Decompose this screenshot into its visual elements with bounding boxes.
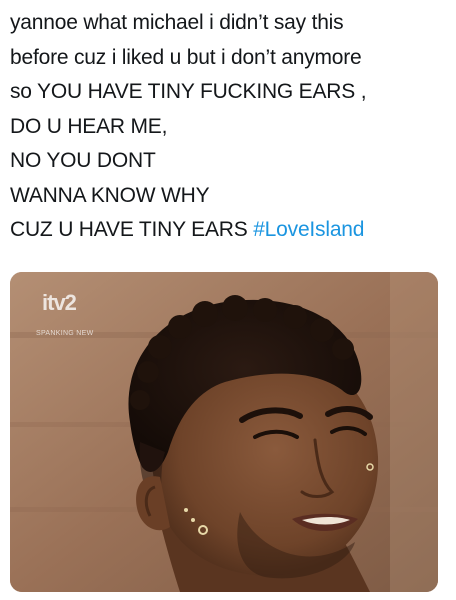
- media-image[interactable]: itv2 SPANKING NEW: [10, 272, 438, 592]
- tweet-line-5: NO YOU DONT: [10, 149, 156, 172]
- man-portrait-illustration: [10, 272, 438, 592]
- tweet-line-7: CUZ U HAVE TINY EARS #LoveIsland: [10, 213, 450, 248]
- tweet-line-6: WANNA KNOW WHY: [10, 183, 210, 207]
- hashtag-link[interactable]: #LoveIsland: [253, 218, 364, 241]
- tweet-line-7-text: CUZ U HAVE TINY EARS: [10, 218, 248, 241]
- tweet-line-3: so YOU HAVE TINY FUCKING EARS ,: [10, 80, 367, 103]
- broadcaster-tagline: SPANKING NEW: [36, 330, 94, 337]
- tweet-text: yannoe what michael i didn’t say this be…: [10, 6, 450, 248]
- itv2-logo: itv2: [42, 290, 77, 315]
- earring: [184, 508, 188, 512]
- tweet-line-2: before cuz i liked u but i don’t anymore: [10, 45, 362, 69]
- tweet-line-1: yannoe what michael i didn’t say this: [10, 11, 344, 34]
- earring: [191, 518, 195, 522]
- corner-highlight: [390, 272, 438, 592]
- tweet-line-4: DO U HEAR ME,: [10, 114, 168, 138]
